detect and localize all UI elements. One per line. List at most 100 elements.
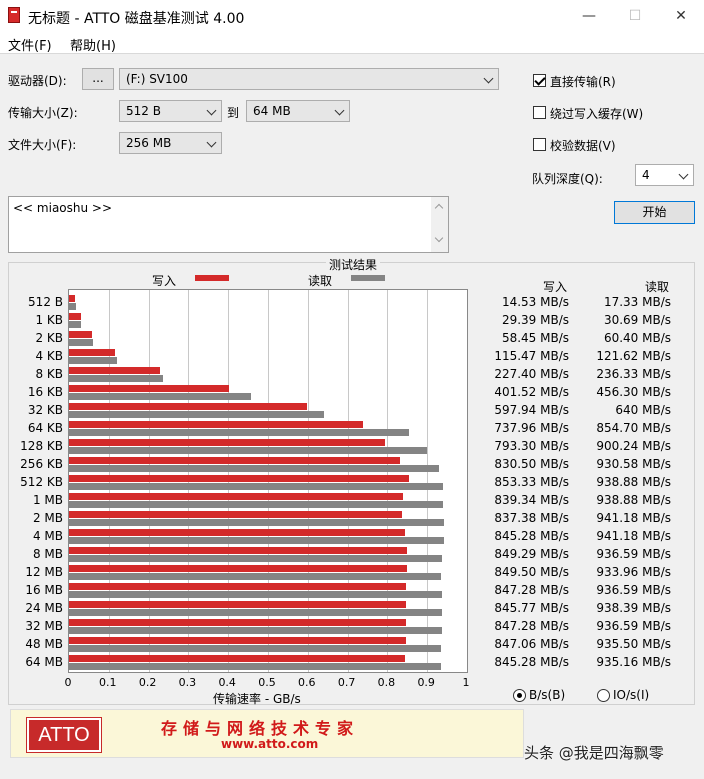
- unit-bytes-radio[interactable]: [513, 689, 526, 702]
- category-label: 4 KB: [35, 349, 63, 363]
- results-title: 测试结果: [326, 256, 381, 273]
- write-value-label: 401.52 MB/s: [494, 385, 569, 399]
- read-bar: [69, 501, 443, 508]
- legend-read-label: 读取: [308, 274, 333, 288]
- write-bar: [69, 457, 400, 464]
- close-button[interactable]: ✕: [658, 0, 704, 32]
- unit-iops-radio[interactable]: [597, 689, 610, 702]
- category-label: 64 KB: [27, 421, 63, 435]
- read-value-label: 936.59 MB/s: [596, 583, 671, 597]
- write-value-label: 845.77 MB/s: [494, 601, 569, 615]
- minimize-button[interactable]: —: [566, 0, 612, 32]
- bar-chart: [68, 289, 468, 673]
- category-label: 256 KB: [20, 457, 63, 471]
- category-label: 4 MB: [32, 529, 63, 543]
- write-column-header: 写入: [543, 280, 568, 294]
- chevron-down-icon: [678, 169, 689, 180]
- drive-label: 驱动器(D):: [8, 74, 67, 88]
- chevron-down-icon: [483, 73, 494, 84]
- menu-help[interactable]: 帮助(H): [70, 35, 116, 54]
- x-tick-label: 0.8: [377, 676, 396, 689]
- drive-select[interactable]: (F:) SV100: [119, 68, 499, 90]
- read-value-label: 236.33 MB/s: [596, 367, 671, 381]
- menu-bar: 文件(F) 帮助(H): [0, 32, 704, 54]
- queue-depth-value: 4: [642, 168, 650, 182]
- x-tick-label: 0: [64, 676, 72, 689]
- to-label: 到: [227, 106, 240, 120]
- menu-file[interactable]: 文件(F): [8, 35, 52, 54]
- write-value-label: 115.47 MB/s: [494, 349, 569, 363]
- read-bar: [69, 429, 410, 436]
- category-label: 1 KB: [35, 313, 63, 327]
- x-tick-label: 0.6: [298, 676, 316, 689]
- x-axis-label: 传输速率 - GB/s: [213, 692, 301, 706]
- x-tick-label: 0.3: [178, 676, 197, 689]
- write-bar: [69, 313, 81, 320]
- scroll-down-icon[interactable]: [434, 233, 444, 243]
- write-bar: [69, 331, 93, 338]
- banner-url[interactable]: www.atto.com: [221, 737, 318, 751]
- write-value-label: 29.39 MB/s: [501, 313, 569, 327]
- description-scrollbar[interactable]: [431, 197, 448, 252]
- write-value-label: 227.40 MB/s: [494, 367, 569, 381]
- read-value-label: 121.62 MB/s: [596, 349, 671, 363]
- category-label: 12 MB: [25, 565, 63, 579]
- read-value-label: 17.33 MB/s: [603, 295, 671, 309]
- category-label: 8 KB: [35, 367, 63, 381]
- x-tick-label: 0.1: [99, 676, 117, 689]
- transfer-size-label: 传输大小(Z):: [8, 106, 78, 120]
- x-tick-label: 0.2: [138, 676, 157, 689]
- verify-checkbox[interactable]: [533, 138, 546, 151]
- read-value-label: 938.39 MB/s: [596, 601, 671, 615]
- write-bar: [69, 493, 404, 500]
- file-size-select[interactable]: 256 MB: [119, 132, 222, 154]
- read-bar: [69, 627, 442, 634]
- queue-depth-select[interactable]: 4: [635, 164, 694, 186]
- write-bar: [69, 439, 385, 446]
- read-value-label: 935.16 MB/s: [596, 655, 671, 669]
- category-label: 16 MB: [25, 583, 63, 597]
- read-bar: [69, 537, 444, 544]
- write-bar: [69, 421, 363, 428]
- write-value-label: 845.28 MB/s: [494, 529, 569, 543]
- write-bar: [69, 565, 408, 572]
- write-value-label: 793.30 MB/s: [494, 439, 569, 453]
- read-bar: [69, 411, 324, 418]
- read-value-label: 941.18 MB/s: [596, 529, 671, 543]
- scroll-up-icon[interactable]: [434, 203, 444, 213]
- read-value-label: 938.88 MB/s: [596, 475, 671, 489]
- start-button[interactable]: 开始: [614, 201, 695, 224]
- atto-logo: ATTO: [26, 717, 102, 753]
- read-bar: [69, 339, 94, 346]
- write-bar: [69, 655, 406, 662]
- maximize-button[interactable]: ☐: [612, 0, 658, 32]
- write-value-label: 737.96 MB/s: [494, 421, 569, 435]
- watermark-text: 头条 @我是四海飘零: [524, 744, 664, 762]
- banner-slogan: 存储与网络技术专家: [161, 719, 360, 738]
- read-value-label: 933.96 MB/s: [596, 565, 671, 579]
- category-label: 512 B: [28, 295, 63, 309]
- transfer-to-select[interactable]: 64 MB: [246, 100, 350, 122]
- drive-select-value: (F:) SV100: [126, 72, 188, 86]
- unit-bytes-label: B/s(B): [529, 688, 566, 702]
- read-value-label: 941.18 MB/s: [596, 511, 671, 525]
- write-bar: [69, 385, 229, 392]
- atto-banner[interactable]: ATTO 存储与网络技术专家 www.atto.com: [10, 709, 524, 758]
- x-tick-label: 0.4: [218, 676, 236, 689]
- write-value-label: 14.53 MB/s: [501, 295, 569, 309]
- bypass-cache-checkbox[interactable]: [533, 106, 546, 119]
- write-value-label: 837.38 MB/s: [494, 511, 569, 525]
- direct-io-checkbox[interactable]: [533, 74, 546, 87]
- description-textarea[interactable]: << miaoshu >>: [8, 196, 449, 253]
- chevron-down-icon: [206, 105, 217, 116]
- write-value-label: 847.06 MB/s: [494, 637, 569, 651]
- category-label: 2 MB: [32, 511, 63, 525]
- transfer-from-select[interactable]: 512 B: [119, 100, 222, 122]
- category-label: 8 MB: [32, 547, 63, 561]
- browse-button[interactable]: ...: [82, 68, 114, 90]
- read-column-header: 读取: [645, 280, 670, 294]
- read-bar: [69, 483, 443, 490]
- write-bar: [69, 547, 408, 554]
- legend-write-swatch: [195, 275, 229, 281]
- category-label: 64 MB: [25, 655, 63, 669]
